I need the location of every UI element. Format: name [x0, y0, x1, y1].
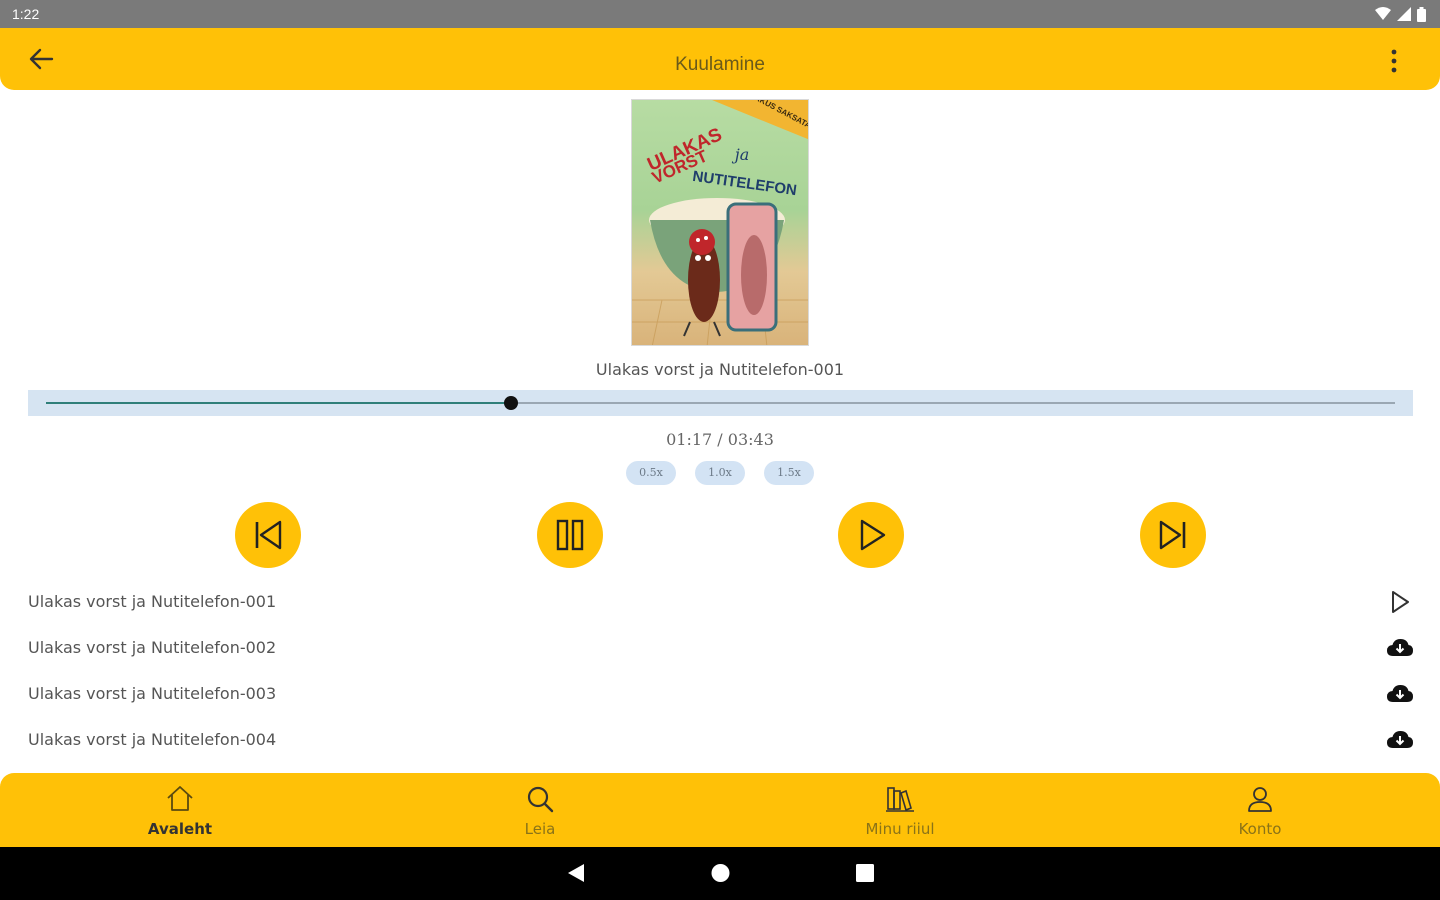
chapter-download-button[interactable] — [1386, 635, 1414, 661]
list-item[interactable]: Ulakas vorst ja Nutitelefon-002 — [0, 625, 1440, 671]
nav-label: Leia — [524, 820, 556, 838]
chapter-label: Ulakas vorst ja Nutitelefon-001 — [28, 592, 277, 611]
chapter-label: Ulakas vorst ja Nutitelefon-003 — [28, 684, 277, 703]
status-bar: 1:22 — [0, 0, 1440, 28]
signal-icon — [1397, 7, 1411, 21]
screen: 1:22 Kuulamine MARKUS SAKSATAMM ULAKAS V… — [0, 0, 1440, 900]
skip-next-button[interactable] — [1140, 502, 1206, 568]
chapter-play-button[interactable] — [1386, 589, 1414, 615]
page-title: Kuulamine — [675, 54, 765, 75]
nav-label: Minu riiul — [865, 820, 935, 838]
cloud-download-icon — [1387, 731, 1413, 748]
seek-progress — [46, 402, 512, 404]
cloud-download-icon — [1387, 685, 1413, 702]
home-icon — [167, 786, 193, 811]
account-icon — [1248, 787, 1272, 812]
play-icon — [860, 519, 886, 551]
chapter-download-button[interactable] — [1386, 681, 1414, 707]
nav-item-search[interactable]: Leia — [360, 773, 720, 847]
list-item[interactable]: Ulakas vorst ja Nutitelefon-001 — [0, 579, 1440, 625]
battery-icon — [1417, 6, 1426, 22]
seek-bar[interactable] — [28, 390, 1413, 416]
speed-chip-1-5x[interactable]: 1.5x — [764, 461, 814, 485]
status-icons — [1375, 6, 1426, 22]
pause-icon — [556, 519, 584, 551]
nav-label: Konto — [1238, 820, 1282, 838]
bookshelf-icon — [886, 787, 914, 812]
nav-item-home[interactable]: Avaleht — [0, 773, 360, 847]
cover-title-line3: ja — [732, 145, 750, 164]
skip-previous-button[interactable] — [235, 502, 301, 568]
nav-item-account[interactable]: Konto — [1080, 773, 1440, 847]
more-vert-icon[interactable] — [1388, 48, 1400, 74]
skip-previous-icon — [255, 520, 282, 550]
play-button[interactable] — [838, 502, 904, 568]
speed-chip-1-0x[interactable]: 1.0x — [695, 461, 745, 485]
wifi-icon — [1375, 7, 1391, 20]
skip-next-icon — [1159, 520, 1186, 550]
pause-button[interactable] — [537, 502, 603, 568]
chapter-download-button[interactable] — [1386, 727, 1414, 753]
book-cover: MARKUS SAKSATAMM ULAKAS VORST ja NUTITEL… — [631, 99, 809, 346]
seek-thumb[interactable] — [504, 396, 519, 410]
list-item[interactable]: Ulakas vorst ja Nutitelefon-004 — [0, 717, 1440, 763]
list-item[interactable]: Ulakas vorst ja Nutitelefon-003 — [0, 671, 1440, 717]
app-bar: Kuulamine — [0, 28, 1440, 90]
system-recents-icon[interactable] — [856, 863, 874, 883]
chapter-label: Ulakas vorst ja Nutitelefon-002 — [28, 638, 277, 657]
chapter-list: Ulakas vorst ja Nutitelefon-001 Ulakas v… — [0, 579, 1440, 763]
nav-item-bookshelf[interactable]: Minu riiul — [720, 773, 1080, 847]
system-back-icon[interactable] — [566, 863, 586, 883]
system-home-icon[interactable] — [711, 863, 730, 883]
search-icon — [527, 786, 554, 813]
nav-label: Avaleht — [147, 820, 213, 838]
speed-chip-0-5x[interactable]: 0.5x — [626, 461, 676, 485]
seek-rail — [46, 396, 1395, 410]
time-readout: 01:17 / 03:43 — [666, 430, 774, 449]
cover-title-line4: NUTITELEFON — [691, 168, 797, 199]
speed-selector: 0.5x 1.0x 1.5x — [0, 461, 1440, 485]
play-icon — [1392, 591, 1409, 613]
system-nav-bar — [0, 847, 1440, 900]
cover-art: MARKUS SAKSATAMM ULAKAS VORST ja NUTITEL… — [632, 100, 808, 345]
cloud-download-icon — [1387, 639, 1413, 656]
now-playing-title: Ulakas vorst ja Nutitelefon-001 — [595, 360, 845, 379]
bottom-nav: Avaleht Leia Minu riiul Konto — [0, 773, 1440, 847]
chapter-label: Ulakas vorst ja Nutitelefon-004 — [28, 730, 277, 749]
status-time: 1:22 — [12, 6, 40, 22]
